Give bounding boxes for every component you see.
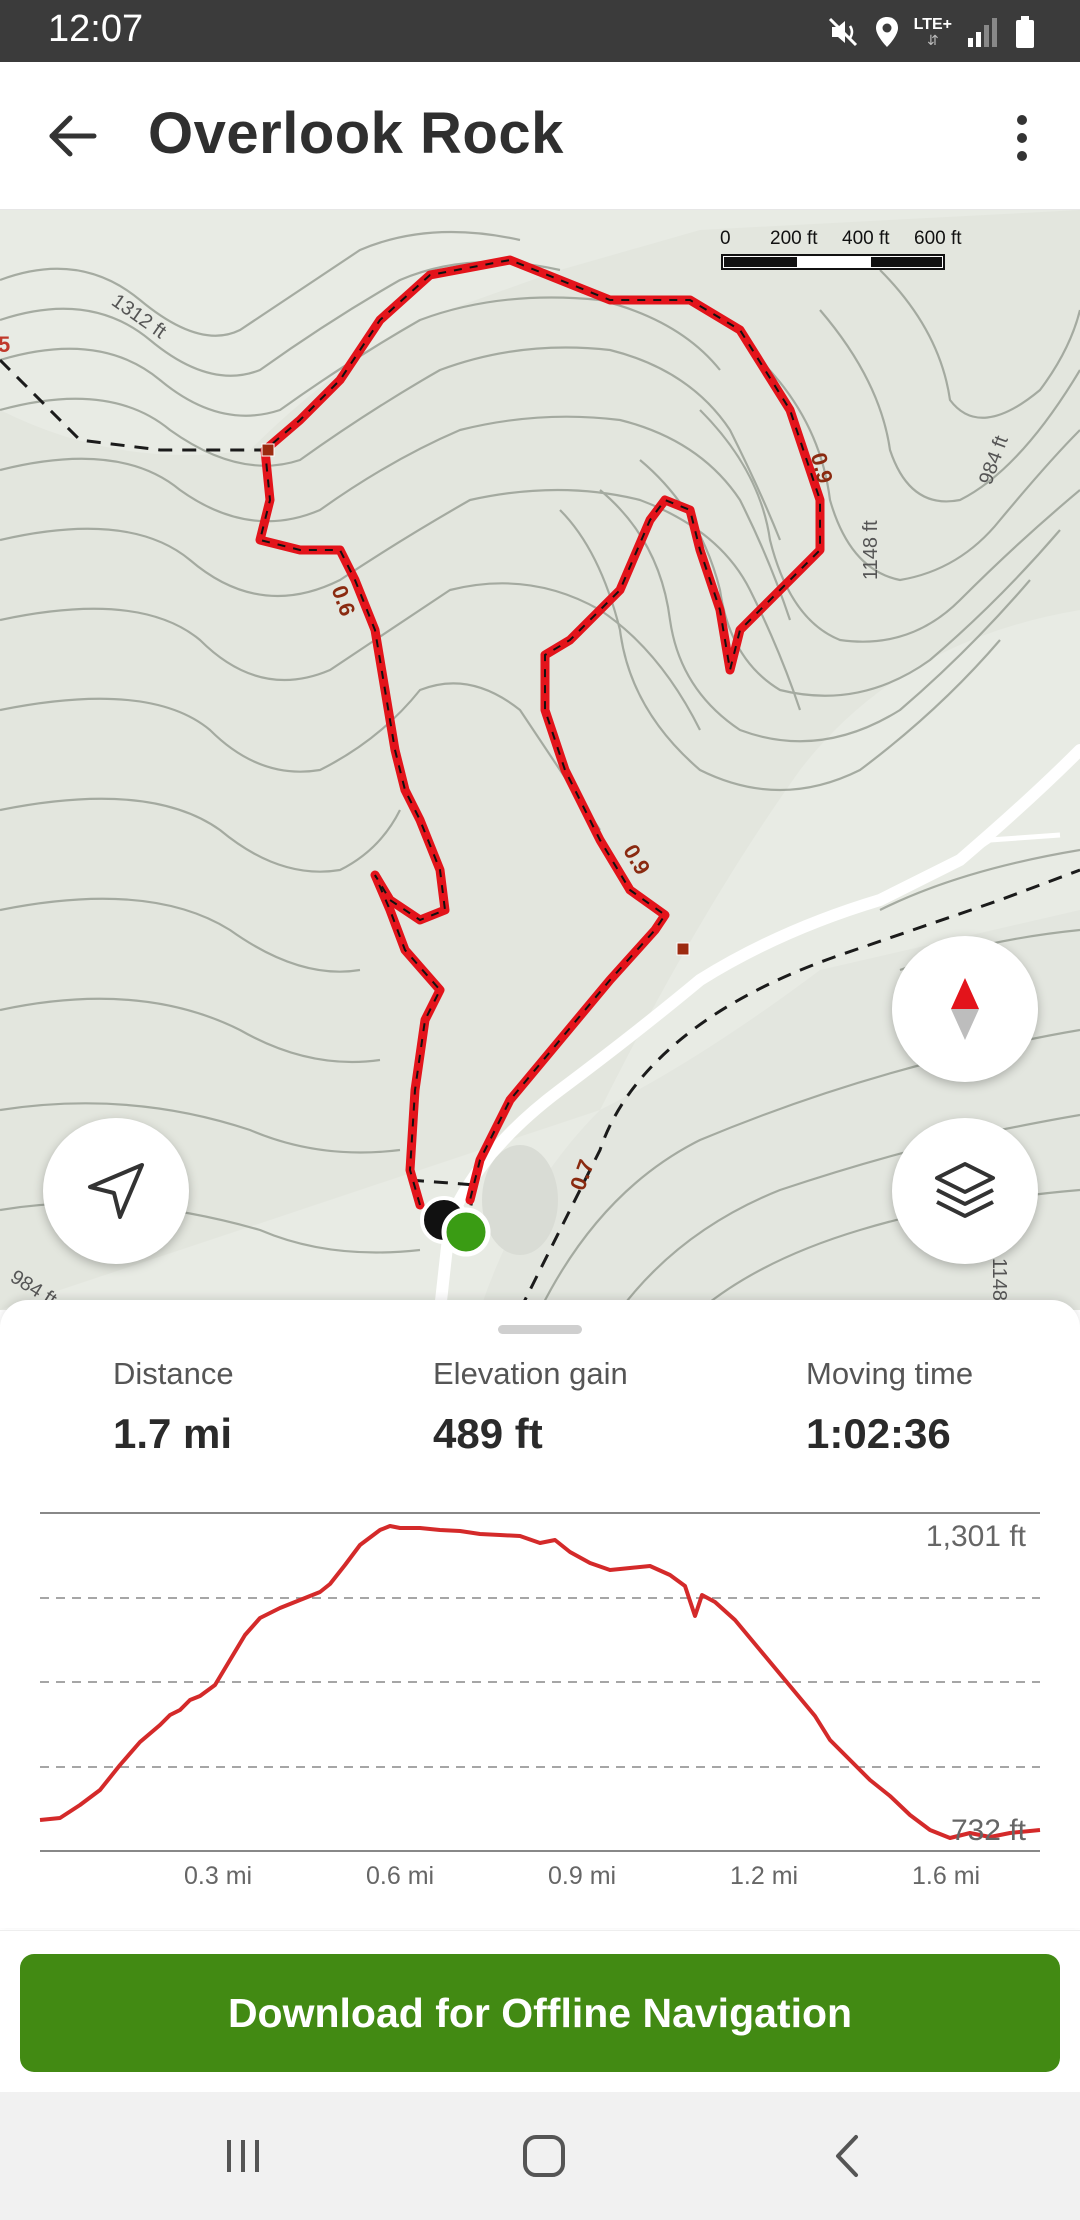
my-location-button[interactable] bbox=[43, 1118, 189, 1264]
back-icon bbox=[836, 2135, 858, 2177]
back-button[interactable] bbox=[42, 108, 102, 164]
trail-map[interactable]: 0 200 ft 400 ft 600 ft 1312 ft 984 ft 11… bbox=[0, 210, 1080, 1310]
arrow-left-icon bbox=[49, 115, 97, 157]
location-icon bbox=[875, 17, 898, 47]
contour-label: 1148 ft bbox=[860, 520, 882, 580]
recents-button[interactable] bbox=[208, 2124, 278, 2188]
battery-icon bbox=[1016, 16, 1034, 48]
more-vert-icon bbox=[1017, 115, 1027, 161]
scale-label-400: 400 ft bbox=[842, 228, 890, 249]
map-scale-bar: 0 200 ft 400 ft 600 ft bbox=[718, 228, 978, 254]
x-tick-label: 1.6 mi bbox=[912, 1862, 981, 1890]
compass-icon bbox=[951, 978, 979, 1040]
x-tick-label: 1.2 mi bbox=[730, 1862, 799, 1890]
download-offline-button[interactable]: Download for Offline Navigation bbox=[20, 1954, 1060, 2072]
stat-value: 1:02:36 bbox=[806, 1410, 951, 1457]
navigation-arrow-icon bbox=[88, 1163, 144, 1219]
stat-moving-time: Moving time 1:02:36 bbox=[806, 1356, 973, 1458]
elevation-profile-chart: 1,301 ft 732 ft 0.3 mi 0.6 mi 0.9 mi 1.2… bbox=[0, 1500, 1080, 1900]
home-button[interactable] bbox=[509, 2124, 579, 2188]
scale-label-600: 600 ft bbox=[914, 228, 962, 249]
map-layers-button[interactable] bbox=[892, 1118, 1038, 1264]
x-tick-label: 0.9 mi bbox=[548, 1862, 617, 1890]
elevation-profile-svg bbox=[39, 1512, 1041, 1852]
stat-value: 489 ft bbox=[433, 1410, 543, 1457]
x-tick-label: 0.6 mi bbox=[366, 1862, 435, 1890]
scale-label-200: 200 ft bbox=[770, 228, 818, 249]
max-elevation-label: 1,301 ft bbox=[925, 1520, 1026, 1553]
system-back-button[interactable] bbox=[812, 2124, 882, 2188]
scale-label-0: 0 bbox=[720, 228, 731, 249]
min-elevation-label: 732 ft bbox=[950, 1814, 1026, 1847]
status-bar: 12:07 LTE+ ⇵ bbox=[0, 0, 1080, 62]
stat-elevation-gain: Elevation gain 489 ft bbox=[433, 1356, 628, 1458]
stat-label: Distance bbox=[113, 1356, 234, 1391]
sheet-drag-handle[interactable] bbox=[498, 1325, 582, 1334]
more-options-button[interactable] bbox=[1000, 110, 1044, 166]
recents-icon bbox=[227, 2140, 259, 2172]
x-tick-label: 0.3 mi bbox=[184, 1862, 253, 1890]
app-bar: Overlook Rock bbox=[0, 62, 1080, 210]
signal-icon bbox=[968, 18, 997, 47]
status-icons: LTE+ ⇵ bbox=[826, 12, 1036, 52]
start-marker bbox=[441, 1207, 491, 1257]
compass-button[interactable] bbox=[892, 936, 1038, 1082]
mute-vibrate-icon bbox=[828, 17, 857, 47]
network-type: LTE+ bbox=[913, 16, 952, 33]
stat-distance: Distance 1.7 mi bbox=[113, 1356, 234, 1458]
stat-label: Elevation gain bbox=[433, 1356, 628, 1391]
mile-marker: 5 bbox=[0, 332, 11, 357]
stat-value: 1.7 mi bbox=[113, 1410, 233, 1457]
home-icon bbox=[523, 2135, 565, 2177]
layers-icon bbox=[935, 1162, 995, 1218]
download-footer: Download for Offline Navigation bbox=[0, 1930, 1080, 2092]
system-nav-bar bbox=[0, 2092, 1080, 2220]
stat-label: Moving time bbox=[806, 1356, 974, 1391]
page-title: Overlook Rock bbox=[148, 101, 564, 166]
status-time: 12:07 bbox=[48, 8, 144, 50]
